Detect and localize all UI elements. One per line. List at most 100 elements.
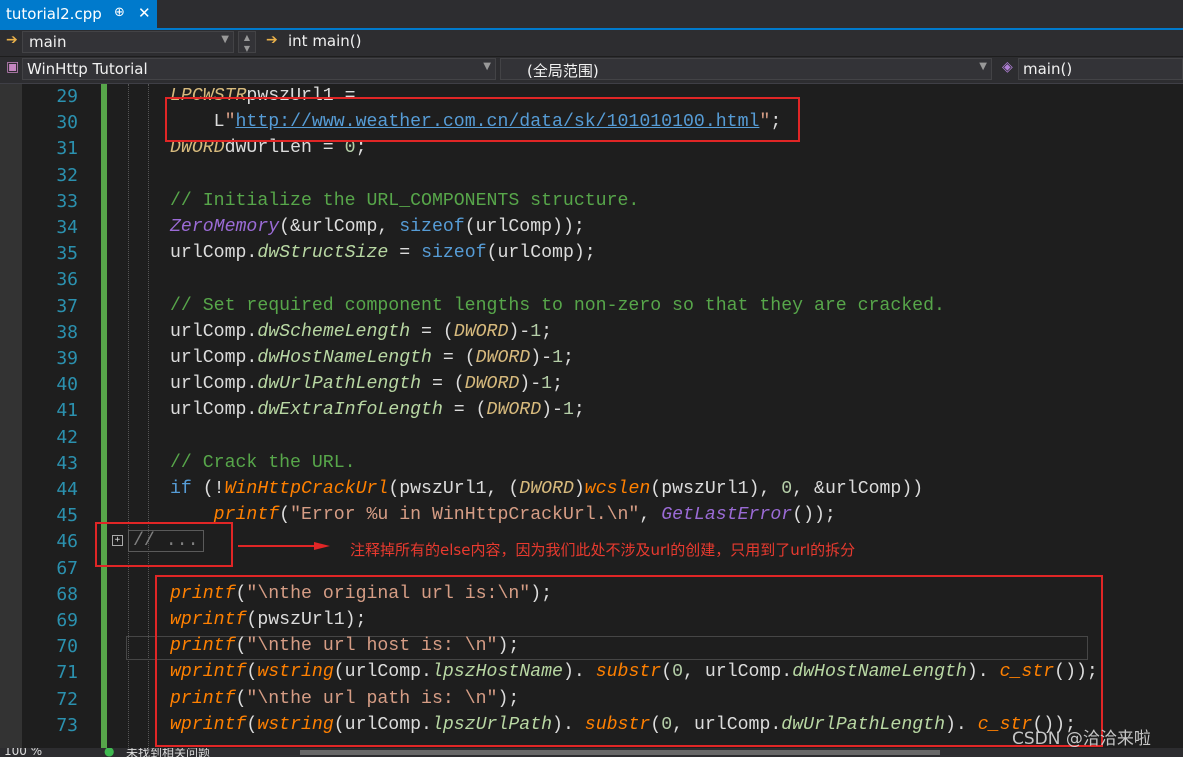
code-line[interactable]: 34 ZeroMemory(&urlComp, sizeof(urlComp)); <box>0 215 1183 241</box>
code-line[interactable]: 37 // Set required component lengths to n… <box>0 294 1183 320</box>
code-token: 0 <box>781 479 793 499</box>
code-line[interactable]: 35 urlComp.dwStructSize = sizeof(urlComp)… <box>0 241 1183 267</box>
line-number: 39 <box>56 348 78 369</box>
line-number: 71 <box>56 662 78 684</box>
code-token: wcslen <box>584 479 651 499</box>
line-number: 34 <box>56 217 78 238</box>
project-icon: ▣ <box>6 59 20 75</box>
code-token: sizeof <box>399 217 465 237</box>
code-token: 1 <box>562 400 574 421</box>
code-text: printf("Error %u in WinHttpCrackUrl.\n",… <box>170 505 836 525</box>
scope-label: main <box>29 33 67 51</box>
code-text: urlComp.dwStructSize = sizeof(urlComp); <box>170 243 596 263</box>
code-line[interactable]: 41 urlComp.dwExtraInfoLength = (DWORD)-1; <box>0 398 1183 424</box>
line-number: 40 <box>56 374 78 396</box>
code-token: dwUrlPathLength <box>257 374 422 395</box>
code-token: (urlComp); <box>486 243 596 264</box>
code-line[interactable]: 43 // Crack the URL. <box>0 451 1183 477</box>
code-text: urlComp.dwSchemeLength = (DWORD)-1; <box>170 322 552 342</box>
code-token: = ( <box>442 400 487 421</box>
code-token: ()); <box>792 505 836 526</box>
code-token: ; <box>541 321 553 342</box>
code-token: DWORD <box>486 400 542 421</box>
code-token: urlComp. <box>170 348 258 368</box>
zoom-level[interactable]: 100 % <box>4 748 42 757</box>
code-token: (pwszUrl1), <box>650 479 782 499</box>
issues-status: 未找到相关问题 <box>126 748 211 757</box>
code-token: dwStructSize <box>257 243 389 264</box>
chevron-down-icon: ▼ <box>483 61 491 72</box>
code-token: (urlComp)); <box>464 217 585 237</box>
code-line[interactable]: 39 urlComp.dwHostNameLength = (DWORD)-1; <box>0 346 1183 372</box>
code-token: ; <box>562 348 574 368</box>
code-line[interactable]: 42 <box>0 425 1183 451</box>
code-token: = ( <box>421 374 465 395</box>
function-dropdown[interactable]: int main() <box>284 31 1183 53</box>
line-number: 73 <box>56 714 78 736</box>
code-line[interactable]: 44 if (!WinHttpCrackUrl(pwszUrl1, (DWORD)… <box>0 477 1183 503</box>
arrow-right-icon: ➔ <box>266 32 278 48</box>
code-token: urlComp. <box>170 400 258 421</box>
document-tab-bar: tutorial2.cpp ⊕ ✕ <box>0 0 1183 30</box>
code-token: )- <box>541 400 563 421</box>
code-token: = <box>388 243 422 264</box>
code-token: DWORD <box>453 321 509 342</box>
code-line[interactable]: 38 urlComp.dwSchemeLength = (DWORD)-1; <box>0 320 1183 346</box>
line-number: 70 <box>56 636 78 658</box>
code-token: ) <box>573 479 585 499</box>
project-dropdown[interactable]: WinHttp Tutorial ▼ <box>22 58 496 80</box>
code-token: if <box>170 479 192 499</box>
code-token: (pwszUrl1, ( <box>388 479 520 499</box>
code-text: urlComp.dwHostNameLength = (DWORD)-1; <box>170 348 574 368</box>
code-token: )- <box>508 321 531 342</box>
code-token: urlComp. <box>170 243 258 264</box>
code-token: // Initialize the URL_COMPONENTS structu… <box>170 190 640 211</box>
code-token: ZeroMemory <box>170 217 280 237</box>
horizontal-scrollbar[interactable] <box>300 750 940 755</box>
code-token: , <box>639 505 662 526</box>
method-icon: ◈ <box>1002 59 1013 75</box>
scope-stepper[interactable]: ▲ ▼ <box>238 31 256 53</box>
line-number: 42 <box>56 426 78 448</box>
code-token: "Error %u in WinHttpCrackUrl.\n" <box>290 505 640 526</box>
line-number: 38 <box>56 321 78 343</box>
status-bar: 100 % ● 未找到相关问题 <box>0 748 1183 757</box>
chevron-down-icon: ▼ <box>221 34 229 45</box>
code-token: dwSchemeLength <box>257 321 411 342</box>
code-line[interactable]: 36 <box>0 267 1183 293</box>
highlight-box-printf <box>155 575 1103 747</box>
arrow-right-icon: ➔ <box>6 32 18 48</box>
code-token: ; <box>573 400 585 421</box>
code-token: 1 <box>541 374 553 395</box>
line-number: 32 <box>56 164 78 186</box>
member-label: main() <box>1023 60 1073 78</box>
code-token: GetLastError <box>661 505 793 526</box>
code-token: // Crack the URL. <box>170 452 356 473</box>
close-icon[interactable]: ✕ <box>138 4 151 22</box>
member-dropdown[interactable]: main() <box>1018 58 1183 80</box>
line-number: 30 <box>56 112 78 134</box>
code-line[interactable]: 33 // Initialize the URL_COMPONENTS struc… <box>0 189 1183 215</box>
code-line[interactable]: 32 <box>0 163 1183 189</box>
line-number: 72 <box>56 688 78 710</box>
line-number: 31 <box>56 138 78 160</box>
code-token: = ( <box>431 348 476 368</box>
code-token: urlComp. <box>170 374 258 395</box>
code-token: DWORD <box>519 479 574 499</box>
code-token: , &urlComp)) <box>792 479 924 499</box>
code-token: ( <box>279 505 291 526</box>
code-token: DWORD <box>475 348 531 368</box>
tab-tutorial2-cpp[interactable]: tutorial2.cpp ⊕ ✕ <box>0 0 157 28</box>
navigation-bar: ➔ main ▼ ▲ ▼ ➔ int main() <box>0 30 1183 56</box>
code-token: (&urlComp, <box>279 217 400 237</box>
arrow-icon <box>238 542 330 550</box>
code-line[interactable]: 40 urlComp.dwUrlPathLength = (DWORD)-1; <box>0 372 1183 398</box>
pin-icon[interactable]: ⊕ <box>114 5 125 20</box>
global-scope-dropdown[interactable]: (全局范围) ▼ <box>500 58 992 80</box>
code-token: WinHttpCrackUrl <box>224 479 389 499</box>
code-text: ZeroMemory(&urlComp, sizeof(urlComp)); <box>170 217 585 237</box>
code-token: = ( <box>410 321 454 342</box>
code-token: )- <box>519 374 542 395</box>
chevron-down-icon: ▼ <box>979 61 987 72</box>
scope-dropdown[interactable]: main ▼ <box>22 31 234 53</box>
